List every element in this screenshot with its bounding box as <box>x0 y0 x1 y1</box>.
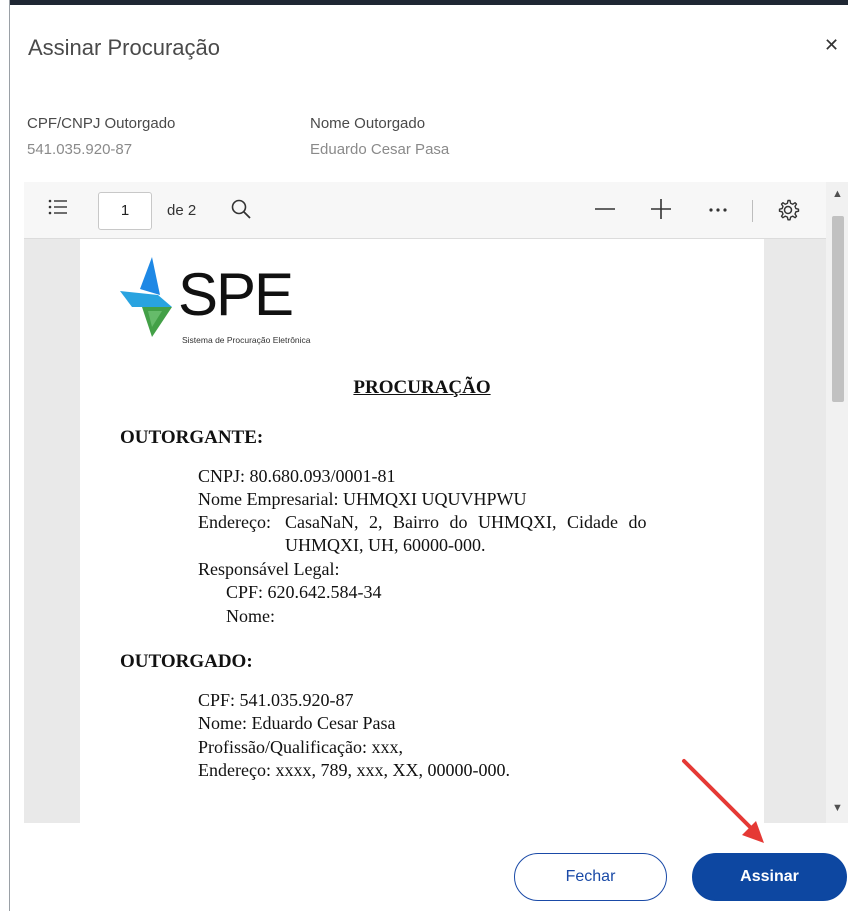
zoom-in-icon[interactable] <box>650 198 672 224</box>
cpf-cnpj-value: 541.035.920-87 <box>27 141 133 158</box>
scroll-up-arrow-icon[interactable]: ▲ <box>832 188 843 200</box>
responsavel-cpf: CPF: 620.642.584-34 <box>226 582 382 602</box>
sign-dialog: Assinar Procuração ✕ CPF/CNPJ Outorgado … <box>10 5 848 911</box>
window-left-border <box>0 0 10 911</box>
outorgado-cpf: CPF: 541.035.920-87 <box>198 690 354 710</box>
list-icon[interactable] <box>48 198 68 220</box>
nome-outorgado-value: Eduardo Cesar Pasa <box>310 141 450 158</box>
toolbar-separator <box>752 200 753 222</box>
outorgante-cnpj: CNPJ: 80.680.093/0001-81 <box>198 466 396 486</box>
document-title: PROCURAÇÃO <box>353 377 491 398</box>
logo-text: SPE <box>178 261 294 328</box>
outorgado-heading: OUTORGADO: <box>120 651 253 672</box>
spe-logo-mark <box>120 257 172 337</box>
dialog-title: Assinar Procuração <box>28 35 220 60</box>
settings-icon[interactable] <box>776 198 800 226</box>
close-icon[interactable]: ✕ <box>824 35 839 56</box>
pdf-page: SPE Sistema de Procuração Eletrônica PRO… <box>80 239 764 823</box>
outorgante-endereco-label: Endereço: <box>198 512 271 532</box>
outorgado-profissao: Profissão/Qualificação: xxx, <box>198 737 403 757</box>
viewer-scrollbar[interactable]: ▲ ▼ <box>826 182 848 823</box>
nome-outorgado-label: Nome Outorgado <box>310 115 426 132</box>
fechar-button[interactable]: Fechar <box>514 853 667 901</box>
spe-logo: SPE Sistema de Procuração Eletrônica <box>118 255 348 345</box>
outorgado-endereco: Endereço: xxxx, 789, xxx, XX, 00000-000. <box>198 760 510 780</box>
responsavel-nome: Nome: <box>226 606 275 626</box>
pdf-toolbar: 1 de 2 <box>24 182 826 239</box>
responsavel-legal-label: Responsável Legal: <box>198 559 340 579</box>
zoom-out-icon[interactable] <box>594 198 616 224</box>
outorgante-nome-empresarial: Nome Empresarial: UHMQXI UQUVHPWU <box>198 489 527 509</box>
outorgante-endereco-line2: UHMQXI, UH, 60000-000. <box>285 535 486 555</box>
page-count: de 2 <box>167 202 197 219</box>
page-number-input[interactable]: 1 <box>98 192 152 230</box>
scroll-down-arrow-icon[interactable]: ▼ <box>832 802 843 814</box>
search-icon[interactable] <box>230 198 252 224</box>
pdf-viewer: 1 de 2 SPE Sistema de Procuração Eletrôn… <box>24 182 826 823</box>
more-icon[interactable] <box>707 198 729 224</box>
assinar-button[interactable]: Assinar <box>692 853 847 901</box>
outorgante-heading: OUTORGANTE: <box>120 427 264 448</box>
annotation-arrow-icon <box>682 759 764 843</box>
cpf-cnpj-label: CPF/CNPJ Outorgado <box>27 115 176 132</box>
outorgado-nome: Nome: Eduardo Cesar Pasa <box>198 713 396 733</box>
logo-subtitle: Sistema de Procuração Eletrônica <box>182 335 311 345</box>
outorgante-endereco-line1: CasaNaN, 2, Bairro do UHMQXI, Cidade do <box>285 512 647 532</box>
scrollbar-thumb[interactable] <box>832 216 844 402</box>
